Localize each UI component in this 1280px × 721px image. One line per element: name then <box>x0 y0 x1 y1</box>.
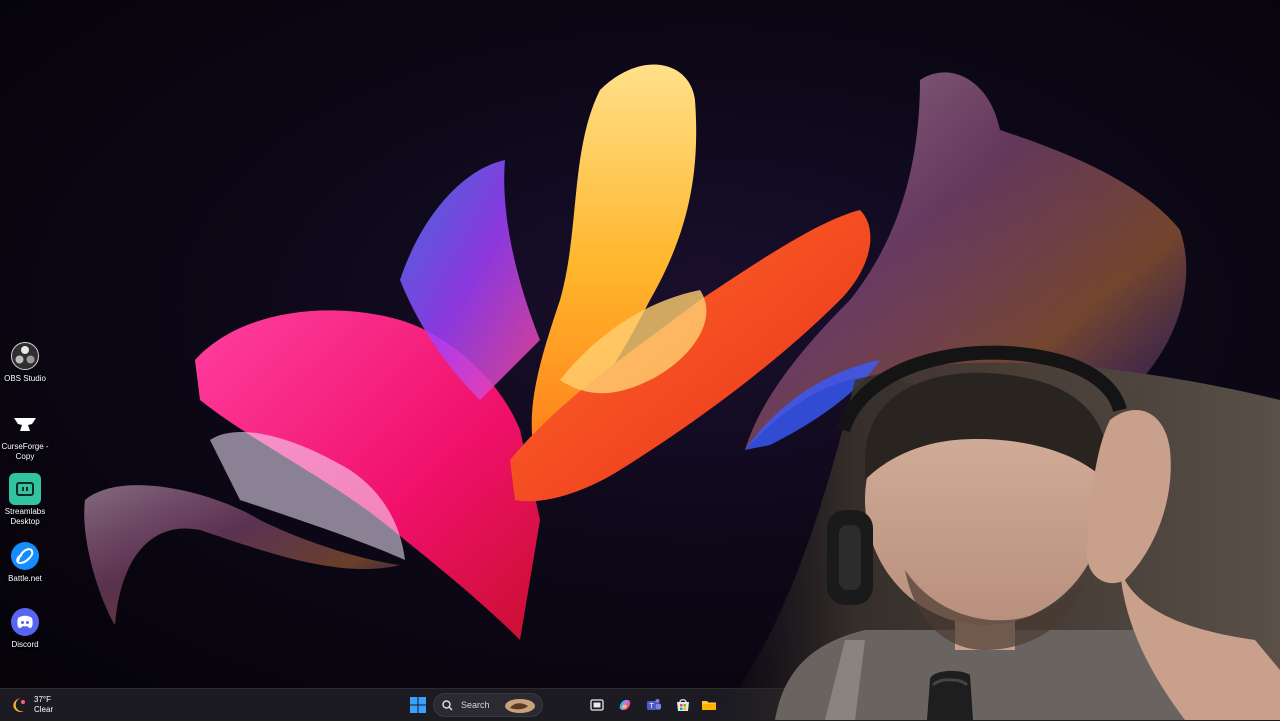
start-button[interactable] <box>406 693 430 717</box>
desktop-icon-label: CurseForge - Copy <box>1 442 49 461</box>
task-view-button[interactable] <box>586 693 608 717</box>
streamlabs-icon <box>9 473 41 505</box>
search-highlight-icon <box>505 699 535 713</box>
weather-moon-icon <box>13 698 25 712</box>
desktop-icon-curseforge[interactable]: CurseForge - Copy <box>0 408 50 462</box>
teams-icon: T <box>647 699 661 710</box>
desktop-icon-discord[interactable]: Discord <box>0 606 50 650</box>
store-button[interactable] <box>672 693 694 717</box>
svg-text:T: T <box>649 703 654 710</box>
obs-icon <box>9 340 41 372</box>
discord-icon <box>9 606 41 638</box>
desktop-icon-battlenet[interactable]: Battle.net <box>0 540 50 584</box>
windows-start-icon <box>410 697 426 713</box>
search-icon <box>442 699 453 710</box>
teams-button[interactable]: T <box>643 693 665 717</box>
desktop-icon-label: Battle.net <box>8 574 42 583</box>
task-view-icon <box>590 699 604 711</box>
desktop-icon-label: Streamlabs Desktop <box>4 507 46 526</box>
desktop-icon-obs-studio[interactable]: OBS Studio <box>0 340 50 384</box>
weather-condition: Clear <box>34 705 54 714</box>
store-icon <box>677 699 689 711</box>
weather-temp: 37°F <box>34 695 51 704</box>
desktop-icon-label: Discord <box>11 640 39 649</box>
curseforge-icon <box>9 408 41 440</box>
copilot-button[interactable] <box>614 693 636 717</box>
search-label: Search <box>461 700 490 710</box>
desktop-icon-label: OBS Studio <box>4 374 46 383</box>
battlenet-icon <box>9 540 41 572</box>
webcam-overlay <box>715 345 1280 720</box>
desktop-icon-streamlabs[interactable]: Streamlabs Desktop <box>0 473 50 527</box>
weather-widget[interactable]: 37°F Clear <box>10 693 53 717</box>
taskbar-search[interactable]: Search <box>433 693 543 717</box>
copilot-icon <box>619 700 631 710</box>
